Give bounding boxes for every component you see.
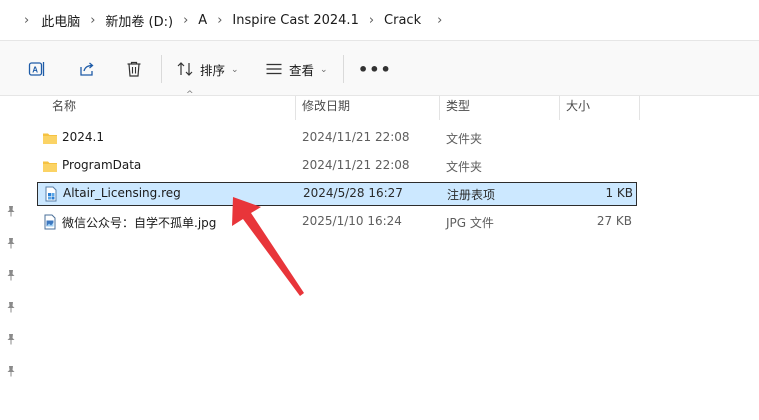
delete-icon: [125, 60, 143, 78]
file-type: JPG 文件: [446, 216, 494, 230]
view-icon: [265, 60, 283, 78]
sort-label: 排序: [200, 62, 226, 78]
chevron-right-icon[interactable]: ›: [24, 13, 29, 28]
chevron-right-icon[interactable]: ›: [217, 13, 222, 28]
breadcrumb-drive-d[interactable]: 新加卷 (D:): [105, 11, 173, 30]
pin-icon[interactable]: [4, 300, 18, 314]
file-row[interactable]: 微信公众号：自学不孤单.jpg 2025/1/10 16:24 JPG 文件 2…: [38, 210, 636, 234]
column-divider[interactable]: [439, 96, 440, 120]
sort-icon: [176, 60, 194, 78]
file-name: 微信公众号：自学不孤单.jpg: [62, 216, 217, 230]
more-options-button[interactable]: •••: [358, 60, 392, 79]
breadcrumb-folder-a[interactable]: A: [198, 13, 207, 28]
rename-icon: A: [28, 60, 46, 78]
address-bar[interactable]: › 此电脑 › 新加卷 (D:) › A › Inspire Cast 2024…: [0, 0, 759, 41]
chevron-down-icon: ⌄: [231, 64, 239, 75]
chevron-right-icon[interactable]: ›: [437, 13, 442, 28]
file-type: 文件夹: [446, 160, 483, 174]
delete-button[interactable]: [125, 59, 143, 79]
registry-file-icon: [45, 186, 57, 202]
column-divider[interactable]: [639, 96, 640, 120]
column-type[interactable]: 类型: [446, 96, 470, 118]
folder-icon: [43, 133, 57, 144]
file-modified: 2024/11/21 22:08: [302, 158, 410, 172]
svg-text:A: A: [32, 65, 38, 74]
share-button[interactable]: [78, 59, 96, 79]
file-modified: 2025/1/10 16:24: [302, 214, 402, 228]
file-type: 文件夹: [446, 132, 483, 146]
file-name: Altair_Licensing.reg: [63, 186, 181, 200]
image-file-icon: [44, 214, 56, 230]
file-type: 注册表项: [447, 188, 496, 202]
toolbar-divider: [343, 55, 344, 83]
file-row[interactable]: ProgramData 2024/11/21 22:08 文件夹: [38, 154, 636, 178]
file-name: 2024.1: [62, 130, 104, 144]
column-modified[interactable]: 修改日期: [302, 96, 350, 118]
pin-icon[interactable]: [4, 268, 18, 282]
chevron-down-icon: ⌄: [320, 64, 328, 75]
column-size[interactable]: 大小: [566, 96, 590, 118]
folder-icon: [43, 161, 57, 172]
file-size: 1 KB: [605, 186, 633, 200]
column-name[interactable]: 名称: [52, 96, 76, 118]
pin-icon[interactable]: [4, 364, 18, 378]
breadcrumb-inspire-cast[interactable]: Inspire Cast 2024.1: [232, 13, 358, 28]
column-header-row: ^ 名称 修改日期 类型 大小: [22, 90, 759, 120]
pin-icon[interactable]: [4, 204, 18, 218]
breadcrumb: › 此电脑 › 新加卷 (D:) › A › Inspire Cast 2024…: [0, 0, 452, 40]
file-row-selected[interactable]: Altair_Licensing.reg 2024/5/28 16:27 注册表…: [37, 182, 637, 206]
breadcrumb-crack[interactable]: Crack: [384, 13, 421, 28]
breadcrumb-this-pc[interactable]: 此电脑: [41, 11, 80, 30]
view-button[interactable]: 查看 ⌄: [265, 59, 328, 79]
file-size: 27 KB: [596, 214, 632, 228]
sort-ascending-icon: ^: [186, 90, 194, 100]
file-modified: 2024/11/21 22:08: [302, 130, 410, 144]
file-modified: 2024/5/28 16:27: [303, 186, 403, 200]
file-row[interactable]: 2024.1 2024/11/21 22:08 文件夹: [38, 126, 636, 150]
toolbar-divider: [161, 55, 162, 83]
chevron-right-icon[interactable]: ›: [183, 13, 188, 28]
view-label: 查看: [289, 62, 315, 78]
share-icon: [78, 60, 96, 78]
file-name: ProgramData: [62, 158, 142, 172]
chevron-right-icon[interactable]: ›: [90, 13, 95, 28]
pin-icon[interactable]: [4, 236, 18, 250]
rename-button[interactable]: A: [28, 59, 46, 79]
column-divider[interactable]: [559, 96, 560, 120]
pin-icon[interactable]: [4, 332, 18, 346]
command-bar: A 排序 ⌄ 查看 ⌄ •••: [0, 41, 759, 96]
chevron-right-icon[interactable]: ›: [369, 13, 374, 28]
sort-button[interactable]: 排序 ⌄: [176, 59, 239, 79]
navigation-pane: [0, 96, 22, 420]
column-divider[interactable]: [295, 96, 296, 120]
